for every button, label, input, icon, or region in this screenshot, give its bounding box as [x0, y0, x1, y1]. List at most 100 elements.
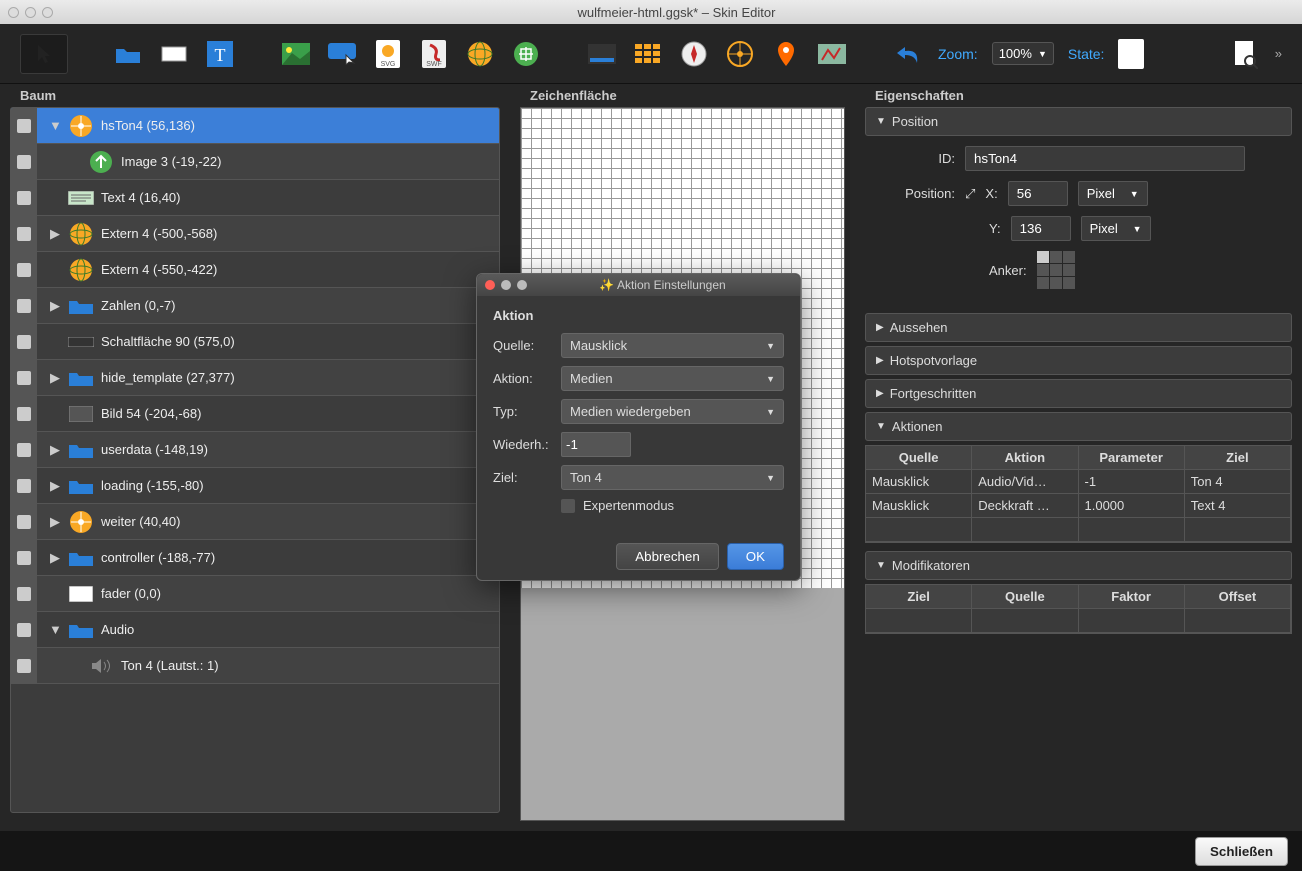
tree-row[interactable]: Text 4 (16,40) — [11, 180, 499, 216]
expand-toggle[interactable]: ▼ — [49, 118, 61, 133]
visibility-checkbox[interactable] — [17, 515, 31, 529]
expand-toggle[interactable]: ▶ — [49, 478, 61, 494]
section-hotspot[interactable]: ▶Hotspotvorlage — [865, 346, 1292, 375]
y-unit-select[interactable]: Pixel▼ — [1081, 216, 1151, 241]
id-label: ID: — [875, 151, 955, 166]
anchor-grid[interactable] — [1037, 251, 1075, 289]
tree-row[interactable]: ▼hsTon4 (56,136) — [11, 108, 499, 144]
id-input[interactable] — [965, 146, 1245, 171]
thumbnails-tool-icon[interactable] — [632, 38, 664, 70]
tree-panel: Baum ▼hsTon4 (56,136)Image 3 (-19,-22)Te… — [0, 84, 510, 831]
ok-button[interactable]: OK — [727, 543, 784, 570]
nodemarker-tool-icon[interactable] — [510, 38, 542, 70]
tree-row[interactable]: Bild 54 (-204,-68) — [11, 396, 499, 432]
select-tool[interactable] — [20, 34, 68, 74]
anchor-label: Anker: — [989, 263, 1027, 278]
tree-row[interactable]: fader (0,0) — [11, 576, 499, 612]
visibility-checkbox[interactable] — [17, 551, 31, 565]
visibility-checkbox[interactable] — [17, 335, 31, 349]
visibility-checkbox[interactable] — [17, 119, 31, 133]
map-tool-icon[interactable] — [816, 38, 848, 70]
visibility-checkbox[interactable] — [17, 155, 31, 169]
swf-tool-icon[interactable]: SWF — [418, 38, 450, 70]
section-advanced[interactable]: ▶Fortgeschritten — [865, 379, 1292, 408]
tree-row[interactable]: Extern 4 (-550,-422) — [11, 252, 499, 288]
x-unit-select[interactable]: Pixel▼ — [1078, 181, 1148, 206]
visibility-checkbox[interactable] — [17, 659, 31, 673]
expand-toggle[interactable]: ▼ — [49, 622, 61, 637]
state-swatch[interactable] — [1118, 39, 1144, 69]
visibility-checkbox[interactable] — [17, 263, 31, 277]
svg-tool-icon[interactable]: SVG — [372, 38, 404, 70]
tree-row[interactable]: ▶Zahlen (0,-7) — [11, 288, 499, 324]
position-label: Position: — [875, 186, 955, 201]
quelle-select[interactable]: Mausklick▼ — [561, 333, 784, 358]
compass-tool-icon[interactable] — [678, 38, 710, 70]
undo-icon[interactable] — [892, 38, 924, 70]
expert-checkbox[interactable] — [561, 499, 575, 513]
section-appearance[interactable]: ▶Aussehen — [865, 313, 1292, 342]
close-button[interactable]: Schließen — [1195, 837, 1288, 866]
table-row[interactable]: MausklickAudio/Vid…-1Ton 4 — [866, 470, 1291, 494]
y-input[interactable] — [1011, 216, 1071, 241]
extern-tool-icon[interactable] — [464, 38, 496, 70]
maximize-dot[interactable] — [42, 7, 53, 18]
close-dot[interactable] — [8, 7, 19, 18]
tree-row[interactable]: ▶hide_template (27,377) — [11, 360, 499, 396]
zoom-select[interactable]: 100%▼ — [992, 42, 1054, 65]
expand-toggle[interactable]: ▶ — [49, 442, 61, 458]
folder-icon — [67, 366, 95, 390]
typ-select[interactable]: Medien wiedergeben▼ — [561, 399, 784, 424]
visibility-checkbox[interactable] — [17, 443, 31, 457]
visibility-checkbox[interactable] — [17, 371, 31, 385]
visibility-checkbox[interactable] — [17, 299, 31, 313]
tree-row[interactable]: Ton 4 (Lautst.: 1) — [11, 648, 499, 684]
tree-row[interactable]: ▶ controller (-188,-77) — [11, 540, 499, 576]
visibility-checkbox[interactable] — [17, 479, 31, 493]
section-actions[interactable]: ▼Aktionen — [865, 412, 1292, 441]
image-tool-icon[interactable] — [280, 38, 312, 70]
tree-row[interactable]: ▶userdata (-148,19) — [11, 432, 499, 468]
visibility-checkbox[interactable] — [17, 587, 31, 601]
visibility-checkbox[interactable] — [17, 191, 31, 205]
x-input[interactable] — [1008, 181, 1068, 206]
radar-tool-icon[interactable] — [724, 38, 756, 70]
expand-toggle[interactable]: ▶ — [49, 514, 61, 530]
section-position[interactable]: ▼Position — [865, 107, 1292, 136]
tree-row[interactable]: ▶loading (-155,-80) — [11, 468, 499, 504]
visibility-checkbox[interactable] — [17, 227, 31, 241]
visibility-checkbox[interactable] — [17, 623, 31, 637]
expand-toggle[interactable]: ▶ — [49, 298, 61, 314]
svg-text:T: T — [215, 45, 226, 65]
button-tool-icon[interactable] — [326, 38, 358, 70]
expand-toggle[interactable]: ▶ — [49, 550, 61, 566]
folder-icon — [67, 438, 95, 462]
dialog-min-dot[interactable] — [501, 280, 511, 290]
expand-toggle[interactable]: ▶ — [49, 226, 61, 242]
marker-tool-icon[interactable] — [770, 38, 802, 70]
tree-row[interactable]: ▼Audio — [11, 612, 499, 648]
table-row[interactable]: MausklickDeckkraft …1.0000Text 4 — [866, 494, 1291, 518]
tree-row[interactable]: ▶Extern 4 (-500,-568) — [11, 216, 499, 252]
x-label: X: — [985, 186, 997, 201]
dialog-max-dot[interactable] — [517, 280, 527, 290]
seekbar-tool-icon[interactable] — [586, 38, 618, 70]
rectangle-tool-icon[interactable] — [158, 38, 190, 70]
tree-row[interactable]: Image 3 (-19,-22) — [11, 144, 499, 180]
tree-row[interactable]: ▶weiter (40,40) — [11, 504, 499, 540]
aktion-select[interactable]: Medien▼ — [561, 366, 784, 391]
cancel-button[interactable]: Abbrechen — [616, 543, 718, 570]
visibility-checkbox[interactable] — [17, 407, 31, 421]
search-icon[interactable] — [1229, 38, 1261, 70]
expand-toggle[interactable]: ▶ — [49, 370, 61, 386]
toolbar-overflow[interactable]: » — [1275, 46, 1282, 61]
ziel-select[interactable]: Ton 4▼ — [561, 465, 784, 490]
section-modifiers[interactable]: ▼Modifikatoren — [865, 551, 1292, 580]
container-tool-icon[interactable] — [112, 38, 144, 70]
tree-row[interactable]: Schaltfläche 90 (575,0) — [11, 324, 499, 360]
wiederh-input[interactable] — [561, 432, 631, 457]
dialog-close-dot[interactable] — [485, 280, 495, 290]
text-tool-icon[interactable]: T — [204, 38, 236, 70]
tree-item-label: controller (-188,-77) — [101, 550, 499, 565]
minimize-dot[interactable] — [25, 7, 36, 18]
